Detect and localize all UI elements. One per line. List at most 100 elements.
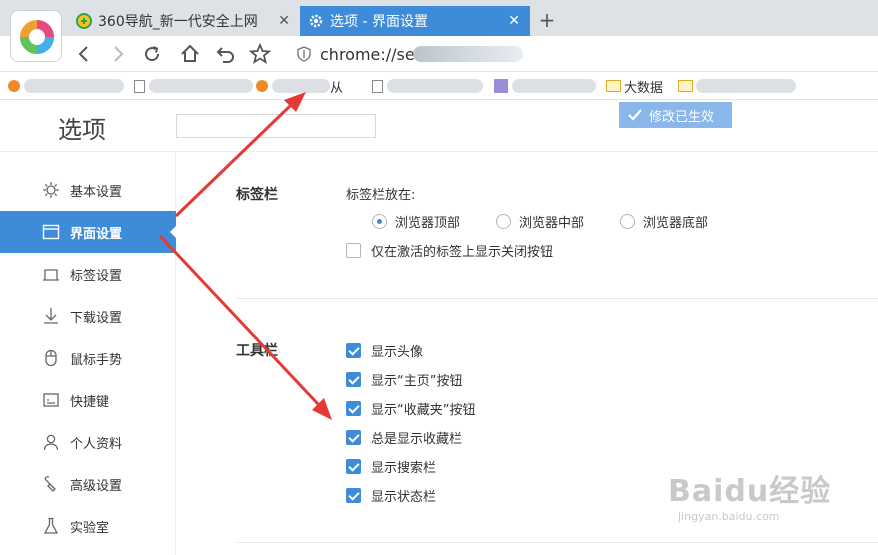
- shield-icon: [297, 46, 311, 62]
- person-icon: [43, 434, 59, 451]
- checkbox-label: 仅在激活的标签上显示关闭按钮: [371, 245, 554, 260]
- sidebar-item-label: 高级设置: [70, 478, 123, 494]
- tab-icon: [43, 269, 59, 281]
- sidebar-item-advanced[interactable]: 高级设置: [0, 463, 176, 505]
- forward-icon[interactable]: [106, 42, 130, 66]
- checkmark-icon: [628, 109, 642, 121]
- checkbox[interactable]: [346, 243, 361, 258]
- blurred-bookmark: [696, 79, 796, 93]
- sidebar-item-shortcuts[interactable]: 快捷键: [0, 379, 176, 421]
- radio-tab-top[interactable]: 浏览器顶部: [372, 212, 460, 231]
- tab-options[interactable]: 选项 - 界面设置 ✕: [300, 6, 530, 36]
- sidebar-item-tabs[interactable]: 标签设置: [0, 253, 176, 295]
- sidebar-item-mouse-gesture[interactable]: 鼠标手势: [0, 337, 176, 379]
- navigation-bar: chrome://se: [0, 36, 878, 72]
- saved-toast: 修改已生效: [619, 102, 732, 128]
- keyboard-icon: [43, 393, 59, 407]
- bookmark-item[interactable]: [372, 77, 483, 95]
- undo-icon[interactable]: [214, 42, 238, 66]
- address-bar[interactable]: chrome://se: [290, 40, 878, 68]
- checkbox-always-show-bookmarks[interactable]: 总是显示收藏栏: [346, 428, 462, 447]
- radio-tab-middle[interactable]: 浏览器中部: [496, 212, 584, 231]
- checkbox-show-home[interactable]: 显示“主页”按钮: [346, 370, 462, 389]
- bookmarks-bar: 从 大数据: [0, 72, 878, 100]
- checkbox[interactable]: [346, 430, 361, 445]
- checkbox[interactable]: [346, 488, 361, 503]
- page-icon: [134, 79, 145, 93]
- radio-label: 浏览器底部: [643, 216, 709, 231]
- close-tab-icon[interactable]: ✕: [278, 13, 290, 29]
- bookmark-item[interactable]: 从: [256, 77, 344, 96]
- bookmark-item[interactable]: [134, 77, 253, 95]
- radio-button[interactable]: [372, 214, 387, 229]
- checkbox-show-status[interactable]: 显示状态栏: [346, 486, 436, 505]
- sidebar-item-profile[interactable]: 个人资料: [0, 421, 176, 463]
- checkbox-show-favorites[interactable]: 显示“收藏夹”按钮: [346, 399, 475, 418]
- toast-text: 修改已生效: [649, 109, 715, 125]
- bookmark-folder[interactable]: 大数据: [606, 77, 664, 96]
- blurred-bookmark: [387, 79, 483, 93]
- site-icon: [8, 80, 20, 92]
- sidebar-item-label: 实验室: [70, 520, 110, 536]
- checkbox-label: 显示“收藏夹”按钮: [371, 403, 476, 418]
- bookmark-item[interactable]: [8, 77, 124, 95]
- tab-position-label: 标签栏放在:: [346, 188, 416, 203]
- blurred-bookmark: [149, 79, 253, 93]
- star-icon[interactable]: [248, 42, 272, 66]
- sidebar-item-lab[interactable]: 实验室: [0, 505, 176, 547]
- sidebar-item-interface[interactable]: 界面设置: [0, 211, 177, 253]
- checkbox[interactable]: [346, 459, 361, 474]
- sidebar-item-label: 快捷键: [70, 394, 110, 410]
- watermark: Baidu经验 jingyan.baidu.com: [668, 466, 831, 523]
- checkbox-close-only-active[interactable]: 仅在激活的标签上显示关闭按钮: [346, 241, 553, 260]
- bookmark-label: 大数据: [624, 80, 664, 96]
- section-divider: [236, 298, 878, 299]
- bookmark-item[interactable]: [494, 77, 596, 95]
- sidebar-item-download[interactable]: 下载设置: [0, 295, 176, 337]
- radio-button[interactable]: [496, 214, 511, 229]
- checkbox-label: 显示“主页”按钮: [371, 374, 463, 389]
- checkbox[interactable]: [346, 401, 361, 416]
- gear-icon: [309, 14, 323, 28]
- new-tab-button[interactable]: +: [536, 8, 558, 32]
- checkbox[interactable]: [346, 372, 361, 387]
- site-icon: [256, 80, 268, 92]
- 360-icon: [76, 13, 92, 29]
- sidebar-item-basic[interactable]: 基本设置: [0, 169, 176, 211]
- page-icon: [372, 79, 383, 93]
- bookmark-label: 从: [330, 80, 344, 96]
- bookmark-folder[interactable]: [678, 77, 796, 95]
- page-title: 选项: [58, 116, 106, 144]
- mouse-icon: [45, 349, 57, 367]
- radio-button[interactable]: [620, 214, 635, 229]
- section-title-toolbar: 工具栏: [236, 343, 278, 359]
- sidebar-item-label: 基本设置: [70, 184, 123, 200]
- back-icon[interactable]: [72, 42, 96, 66]
- radio-label: 浏览器中部: [519, 216, 585, 231]
- folder-icon: [606, 80, 621, 92]
- home-icon[interactable]: [178, 42, 202, 66]
- checkbox[interactable]: [346, 343, 361, 358]
- settings-header: 选项 修改已生效: [0, 100, 878, 152]
- settings-search-input[interactable]: [176, 114, 376, 138]
- blurred-url: [412, 46, 523, 62]
- checkbox-label: 显示头像: [371, 345, 424, 360]
- radio-label: 浏览器顶部: [395, 216, 461, 231]
- checkbox-show-search[interactable]: 显示搜索栏: [346, 457, 436, 476]
- sidebar-item-label: 下载设置: [70, 310, 123, 326]
- reload-icon[interactable]: [140, 42, 164, 66]
- tab-label: 360导航_新一代安全上网: [98, 14, 258, 30]
- site-icon: [494, 79, 508, 93]
- blurred-bookmark: [24, 79, 124, 93]
- section-title-tabbar: 标签栏: [236, 187, 278, 203]
- sun-icon: [43, 182, 59, 198]
- blurred-bookmark: [272, 79, 330, 93]
- close-tab-icon[interactable]: ✕: [508, 13, 520, 29]
- checkbox-show-avatar[interactable]: 显示头像: [346, 341, 423, 360]
- browser-logo[interactable]: [10, 10, 62, 62]
- checkbox-label: 显示状态栏: [371, 490, 437, 505]
- radio-tab-bottom[interactable]: 浏览器底部: [620, 212, 708, 231]
- folder-icon: [678, 80, 693, 92]
- tab-360-nav[interactable]: 360导航_新一代安全上网 ✕: [68, 6, 300, 36]
- sidebar-item-label: 鼠标手势: [70, 352, 123, 368]
